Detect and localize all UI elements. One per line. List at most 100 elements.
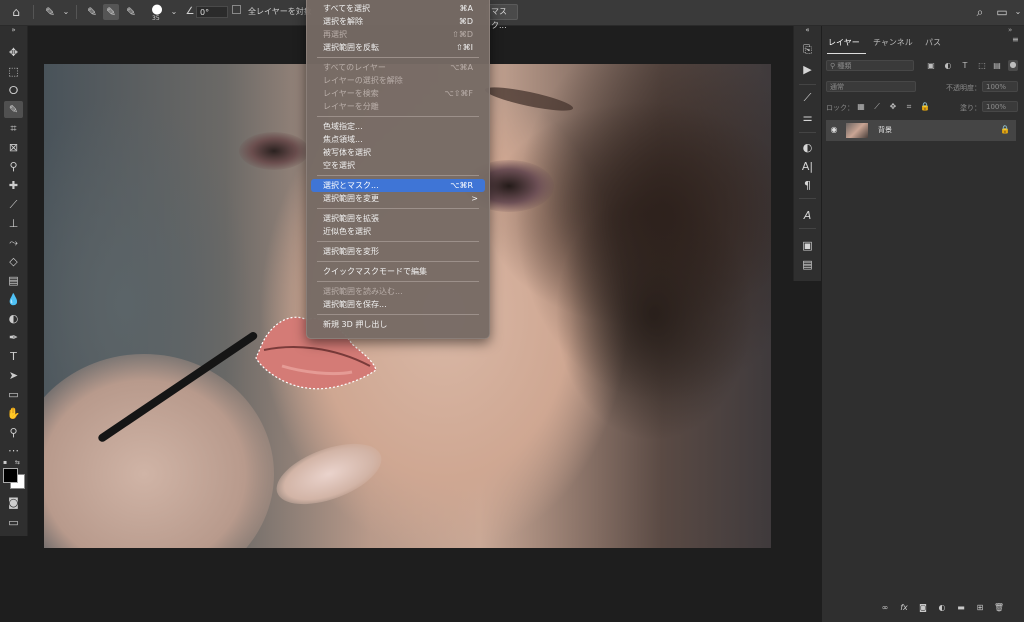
- actions-panel-icon[interactable]: ▶: [798, 62, 817, 77]
- panel-menu-icon[interactable]: ≡: [1012, 35, 1019, 44]
- filter-pixel-icon[interactable]: ▣: [926, 61, 936, 71]
- adjustments-panel-icon[interactable]: ⚌: [798, 110, 817, 125]
- lasso-tool-icon[interactable]: ⵔ: [4, 82, 23, 99]
- menu-item-find-layers[interactable]: レイヤーを検索 ⌥⇧⌘F: [311, 87, 485, 100]
- menu-item-grow[interactable]: 選択範囲を拡張: [311, 212, 485, 225]
- lock-transparent-pixels-icon[interactable]: ▦: [856, 102, 866, 112]
- screen-mode-icon[interactable]: ▭: [4, 514, 23, 531]
- filter-smart-object-icon[interactable]: ▤: [992, 61, 1002, 71]
- frame-tool-icon[interactable]: ⊠: [4, 139, 23, 156]
- layer-filter-select[interactable]: ⚲ 種類: [826, 60, 914, 71]
- tab-layers[interactable]: レイヤー: [828, 37, 860, 48]
- menu-item-color-range[interactable]: 色域指定...: [311, 120, 485, 133]
- foreground-color-swatch[interactable]: [3, 468, 18, 483]
- angle-input[interactable]: 0°: [196, 6, 228, 18]
- pen-tool-icon[interactable]: ✒: [4, 329, 23, 346]
- filter-type-icon[interactable]: T: [960, 61, 970, 71]
- rectangle-tool-icon[interactable]: ▭: [4, 386, 23, 403]
- collapse-icon[interactable]: «: [798, 26, 817, 34]
- menu-item-select-sky[interactable]: 空を選択: [311, 159, 485, 172]
- clone-stamp-tool-icon[interactable]: ⊥: [4, 215, 23, 232]
- zoom-tool-icon[interactable]: ⚲: [4, 424, 23, 441]
- menu-item-reselect[interactable]: 再選択 ⇧⌘D: [311, 28, 485, 41]
- chevron-down-icon[interactable]: ⌄: [166, 4, 182, 20]
- menu-item-modify[interactable]: 選択範囲を変更 >: [311, 192, 485, 205]
- layer-row-background[interactable]: ◉ 背景 🔒: [826, 120, 1016, 141]
- collapse-icon[interactable]: »: [4, 26, 23, 34]
- new-group-icon[interactable]: ▬: [955, 602, 967, 614]
- chevron-down-icon[interactable]: ⌄: [58, 4, 74, 20]
- hand-tool-icon[interactable]: ✋: [4, 405, 23, 422]
- default-colors-icon[interactable]: ▪: [3, 459, 11, 466]
- type-tool-icon[interactable]: T: [4, 348, 23, 365]
- workspace-icon[interactable]: ▭: [994, 4, 1010, 20]
- menu-item-focus-area[interactable]: 焦点領域...: [311, 133, 485, 146]
- chevron-down-icon[interactable]: ⌄: [1010, 4, 1024, 20]
- home-icon[interactable]: ⌂: [8, 4, 24, 20]
- dodge-tool-icon[interactable]: ◐: [4, 310, 23, 327]
- menu-item-transform-selection[interactable]: 選択範囲を変形: [311, 245, 485, 258]
- glyphs-panel-icon[interactable]: A: [798, 208, 817, 223]
- new-layer-icon[interactable]: ⊞: [974, 602, 986, 614]
- crop-tool-icon[interactable]: ⌗: [4, 120, 23, 137]
- gradient-tool-icon[interactable]: ▤: [4, 272, 23, 289]
- lock-position-icon[interactable]: ✥: [888, 102, 898, 112]
- notes-panel-icon[interactable]: ▤: [798, 257, 817, 272]
- filter-toggle-icon[interactable]: ●: [1008, 60, 1018, 71]
- add-mask-icon[interactable]: ◙: [917, 602, 929, 614]
- fill-input[interactable]: 100%: [982, 101, 1018, 112]
- sample-all-layers-checkbox[interactable]: [232, 5, 241, 14]
- menu-item-similar[interactable]: 近似色を選択: [311, 225, 485, 238]
- delete-layer-icon[interactable]: 🗑: [993, 602, 1005, 614]
- lock-image-pixels-icon[interactable]: ⟋: [872, 102, 882, 112]
- menu-item-isolate-layers[interactable]: レイヤーを分離: [311, 100, 485, 113]
- history-panel-icon[interactable]: ⎘: [798, 42, 817, 57]
- quick-mask-icon[interactable]: ◙: [4, 494, 23, 511]
- subtract-from-selection-icon[interactable]: ✎: [123, 4, 139, 20]
- menu-item-quick-mask[interactable]: クイックマスクモードで編集: [311, 265, 485, 278]
- history-brush-tool-icon[interactable]: ⤳: [4, 234, 23, 251]
- paragraph-panel-icon[interactable]: ¶: [798, 178, 817, 193]
- filter-adjustment-icon[interactable]: ◐: [943, 61, 953, 71]
- layer-name[interactable]: 背景: [878, 125, 892, 135]
- filter-shape-icon[interactable]: ⬚: [977, 61, 987, 71]
- lock-artboard-icon[interactable]: ⌗: [904, 102, 914, 112]
- brush-tool-icon[interactable]: ⟋: [4, 196, 23, 213]
- swap-colors-icon[interactable]: ⇆: [15, 459, 23, 466]
- path-selection-tool-icon[interactable]: ➤: [4, 367, 23, 384]
- menu-item-select-and-mask[interactable]: 選択とマスク... ⌥⌘R: [311, 179, 485, 192]
- eraser-tool-icon[interactable]: ◇: [4, 253, 23, 270]
- tab-paths[interactable]: パス: [925, 37, 941, 48]
- lock-all-icon[interactable]: 🔒: [920, 102, 930, 112]
- more-tools-icon[interactable]: ⋯: [4, 442, 23, 459]
- menu-item-all-layers[interactable]: すべてのレイヤー ⌥⌘A: [311, 61, 485, 74]
- eye-visibility-icon[interactable]: ◉: [829, 125, 839, 135]
- layer-style-icon[interactable]: fx: [898, 602, 910, 614]
- menu-item-new-3d-extrusion[interactable]: 新規 3D 押し出し: [311, 318, 485, 331]
- tab-channels[interactable]: チャンネル: [873, 37, 913, 48]
- add-to-selection-icon[interactable]: ✎: [103, 4, 119, 20]
- eyedropper-tool-icon[interactable]: ⚲: [4, 158, 23, 175]
- character-panel-icon[interactable]: A|: [798, 159, 817, 174]
- select-and-mask-button[interactable]: マスク...: [486, 4, 518, 30]
- menu-item-select-all[interactable]: すべてを選択 ⌘A: [311, 2, 485, 15]
- menu-item-inverse[interactable]: 選択範囲を反転 ⇧⌘I: [311, 41, 485, 54]
- menu-item-select-subject[interactable]: 被写体を選択: [311, 146, 485, 159]
- blend-mode-select[interactable]: 通常: [826, 81, 916, 92]
- quick-selection-tool-preset-icon[interactable]: ✎: [42, 4, 58, 20]
- healing-brush-tool-icon[interactable]: ✚: [4, 177, 23, 194]
- new-adjustment-layer-icon[interactable]: ◐: [936, 602, 948, 614]
- quick-selection-tool-icon[interactable]: ✎: [4, 101, 23, 118]
- move-tool-icon[interactable]: ✥: [4, 44, 23, 61]
- search-icon[interactable]: ⌕: [972, 4, 988, 20]
- blur-tool-icon[interactable]: 💧: [4, 291, 23, 308]
- menu-item-deselect-layers[interactable]: レイヤーの選択を解除: [311, 74, 485, 87]
- libraries-panel-icon[interactable]: ▣: [798, 238, 817, 253]
- link-layers-icon[interactable]: ∞: [879, 602, 891, 614]
- brush-settings-icon[interactable]: ⟋: [798, 90, 817, 105]
- opacity-input[interactable]: 100%: [982, 81, 1018, 92]
- marquee-tool-icon[interactable]: ⬚: [4, 63, 23, 80]
- menu-item-save-selection[interactable]: 選択範囲を保存...: [311, 298, 485, 311]
- new-selection-icon[interactable]: ✎: [84, 4, 100, 20]
- color-panel-icon[interactable]: ◐: [798, 140, 817, 155]
